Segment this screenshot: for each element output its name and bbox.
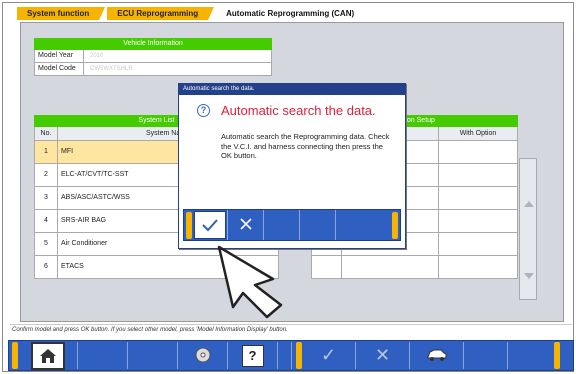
toolbar-empty-4 xyxy=(464,342,508,369)
check-icon xyxy=(193,211,226,239)
toolbar-grip-right xyxy=(554,342,560,369)
help-button[interactable]: ? xyxy=(228,342,278,369)
row-no: 5 xyxy=(35,233,58,255)
option-scrollbar[interactable] xyxy=(519,158,537,300)
help-icon: ? xyxy=(241,344,264,367)
vehicle-info-header: Vehicle Information xyxy=(34,38,272,50)
question-icon: ? xyxy=(197,104,210,117)
row-no: 6 xyxy=(35,256,58,278)
dialog-ok-button[interactable] xyxy=(192,210,228,240)
dialog-empty-2 xyxy=(300,210,336,240)
toolbar-empty-2 xyxy=(128,342,178,369)
scroll-up-icon[interactable] xyxy=(524,201,534,207)
cancel-button-disabled[interactable]: ✕ xyxy=(356,342,410,369)
vehicle-info-panel: Vehicle Information Model Year 2010 Mode… xyxy=(34,38,272,76)
vehicle-button[interactable] xyxy=(410,342,464,369)
col-no-header: No. xyxy=(35,127,58,140)
app-window: System function ECU Reprogramming Automa… xyxy=(2,2,574,372)
car-icon xyxy=(426,348,448,364)
dialog-grip-right xyxy=(392,211,398,239)
ok-button-disabled[interactable]: ✓ xyxy=(302,342,356,369)
home-button[interactable] xyxy=(18,341,78,370)
tab-bar: System function ECU Reprogramming Automa… xyxy=(17,7,365,20)
row-no: 1 xyxy=(35,141,58,163)
row-no: 2 xyxy=(35,164,58,186)
dialog-message: Automatic search the Reprogramming data.… xyxy=(221,132,390,160)
dialog-empty-1 xyxy=(264,210,300,240)
hand-pointer-icon xyxy=(211,243,291,323)
model-code-value: CW5WXTSHLR xyxy=(90,66,133,72)
model-year-label: Model Year xyxy=(35,50,84,62)
cross-icon xyxy=(239,217,253,233)
search-dialog: Automatic search the data. ? Automatic s… xyxy=(178,83,406,249)
dialog-button-bar xyxy=(183,209,401,241)
dialog-heading: Automatic search the data. xyxy=(221,103,376,118)
cd-button[interactable] xyxy=(178,342,228,369)
tab-system-function[interactable]: System function xyxy=(17,7,106,20)
dialog-cancel-button[interactable] xyxy=(228,210,264,240)
row-no: 4 xyxy=(35,210,58,232)
bottom-toolbar: ? ✓ ✕ xyxy=(8,340,574,371)
toolbar-empty-1 xyxy=(78,342,128,369)
scroll-down-icon[interactable] xyxy=(524,273,534,279)
dialog-empty-3 xyxy=(336,210,372,240)
row-no: 3 xyxy=(35,187,58,209)
dialog-title: Automatic search the data. xyxy=(179,84,405,95)
option-row[interactable] xyxy=(311,256,518,279)
model-code-label: Model Code xyxy=(35,63,84,75)
toolbar-empty-3 xyxy=(278,342,292,369)
model-year-row: Model Year 2010 xyxy=(34,50,272,63)
status-message: Confirm model and press OK button. If yo… xyxy=(10,324,572,335)
toolbar-empty-5 xyxy=(508,342,552,369)
tab-ecu-reprogramming[interactable]: ECU Reprogramming xyxy=(107,7,215,20)
cd-icon xyxy=(194,346,212,366)
model-year-value: 2010 xyxy=(90,53,104,59)
check-icon: ✓ xyxy=(320,345,337,365)
home-icon xyxy=(30,341,65,370)
model-code-row: Model Code CW5WXTSHLR xyxy=(34,63,272,76)
tab-automatic-reprogramming[interactable]: Automatic Reprogramming (CAN) xyxy=(216,7,365,20)
col-with-option-header: With Option xyxy=(459,130,497,137)
cross-icon: ✕ xyxy=(374,345,391,365)
